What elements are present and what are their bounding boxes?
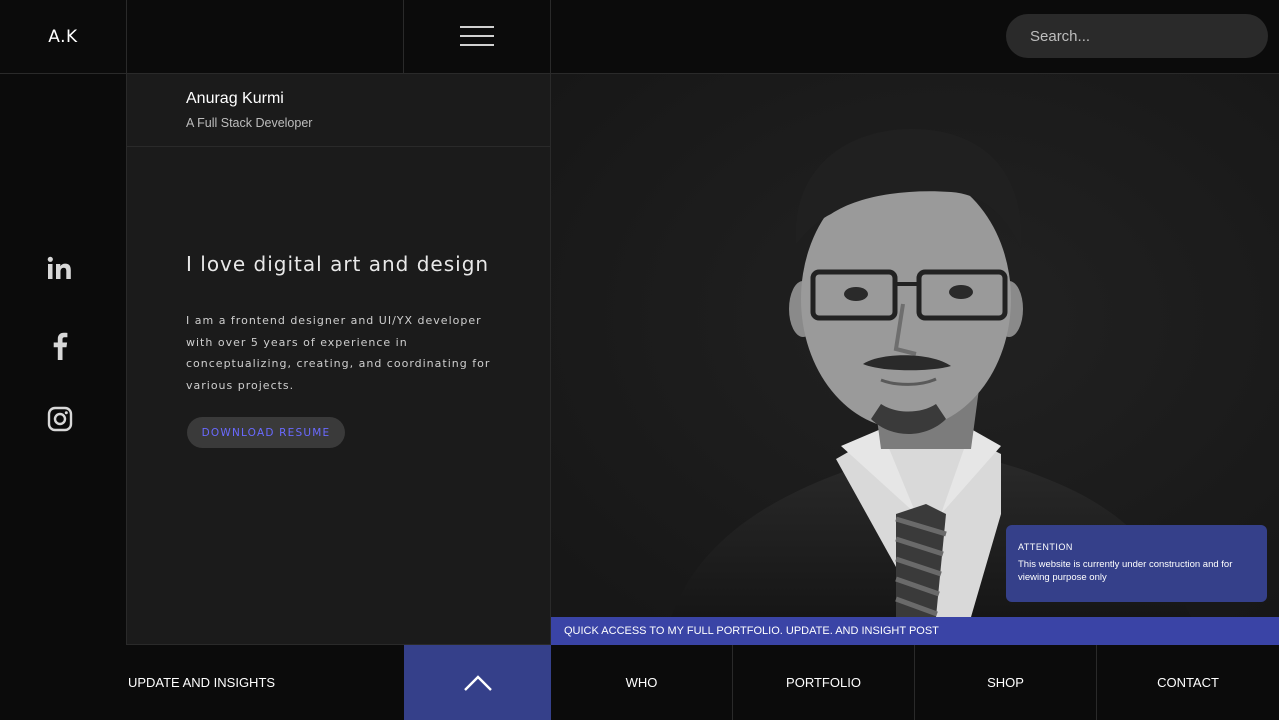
profile-name: Anurag Kurmi (186, 90, 284, 107)
search-input[interactable] (1006, 14, 1268, 58)
nav-portfolio[interactable]: PORTFOLIO (733, 645, 914, 720)
profile-role: A Full Stack Developer (186, 116, 313, 130)
quick-access-ticker[interactable]: QUICK ACCESS TO MY FULL PORTFOLIO. UPDAT… (551, 617, 1279, 645)
attention-notice: ATTENTION This website is currently unde… (1006, 525, 1267, 602)
linkedin-icon[interactable] (44, 252, 76, 284)
bottom-nav: UPDATE AND INSIGHTS WHO PORTFOLIO SHOP C… (0, 645, 1279, 720)
download-resume-button[interactable]: DOWNLOAD RESUME (187, 417, 345, 448)
chevron-up-icon (463, 674, 492, 691)
topbar-spacer (127, 0, 403, 73)
intro-headline: I love digital art and design (186, 252, 490, 276)
nav-update-insights[interactable]: UPDATE AND INSIGHTS (0, 645, 403, 720)
facebook-icon[interactable] (44, 330, 76, 362)
logo-cell[interactable]: A.K (0, 0, 126, 73)
intro-bio: I am a frontend designer and UI/YX devel… (186, 314, 491, 392)
intro-panel: I love digital art and design I am a fro… (127, 147, 550, 644)
ticker-text: QUICK ACCESS TO MY FULL PORTFOLIO. UPDAT… (564, 625, 939, 637)
profile-header: Anurag Kurmi A Full Stack Developer (127, 74, 550, 146)
menu-button[interactable] (404, 0, 550, 73)
divider (403, 0, 404, 73)
scroll-top-button[interactable] (404, 645, 551, 720)
attention-text: This website is currently under construc… (1018, 559, 1233, 583)
attention-title: ATTENTION (1018, 542, 1073, 552)
social-sidebar (0, 74, 126, 645)
hamburger-menu-icon[interactable] (460, 25, 494, 48)
instagram-icon[interactable] (44, 403, 76, 435)
nav-who[interactable]: WHO (551, 645, 732, 720)
nav-contact[interactable]: CONTACT (1097, 645, 1279, 720)
site-logo[interactable]: A.K (48, 27, 77, 47)
nav-shop[interactable]: SHOP (915, 645, 1096, 720)
